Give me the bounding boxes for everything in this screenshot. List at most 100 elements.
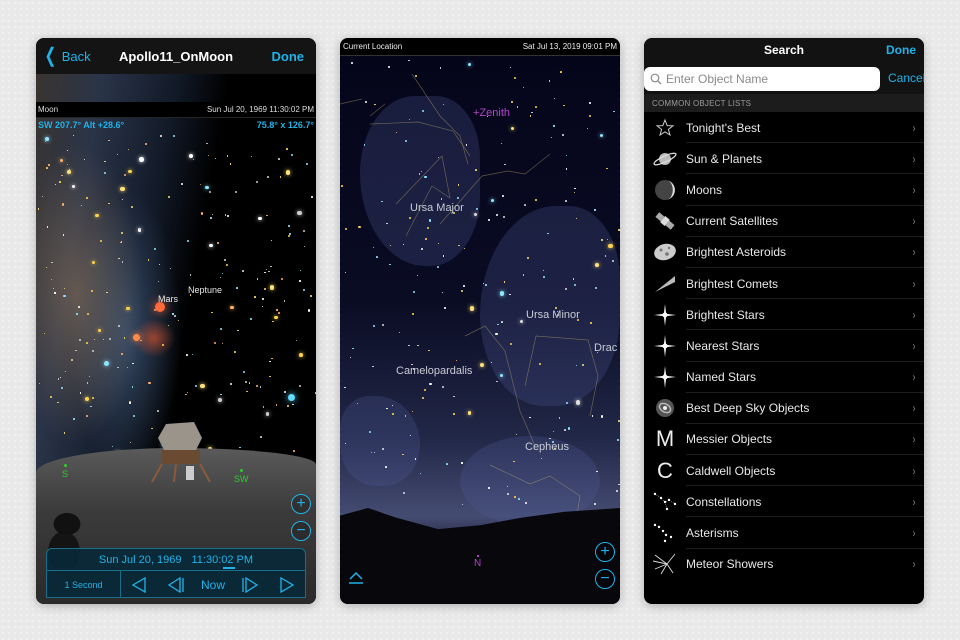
zoom-in-button[interactable]: + (595, 542, 615, 562)
plus-icon: + (296, 495, 306, 512)
list-item[interactable]: Sun & Planets › (644, 143, 924, 175)
star (340, 184, 343, 187)
star (121, 352, 124, 355)
play-forward-button[interactable] (268, 576, 305, 593)
star (269, 375, 271, 378)
star (469, 306, 475, 311)
star (210, 217, 212, 219)
back-label: Back (61, 48, 91, 64)
time-value: 11:30:02 PM (191, 553, 254, 566)
step-backward-button[interactable] (158, 576, 195, 593)
star (111, 445, 113, 447)
list-item-label: Caldwell Objects (686, 463, 776, 478)
star (169, 267, 172, 270)
star (495, 333, 498, 336)
star (91, 349, 94, 352)
star (260, 436, 262, 438)
star (145, 143, 147, 145)
star (216, 242, 219, 244)
star (117, 366, 119, 369)
list-item[interactable]: Brightest Asteroids › (644, 237, 924, 269)
star (303, 245, 306, 247)
star (358, 225, 361, 228)
star (65, 370, 67, 372)
list-item[interactable]: Tonight's Best › (644, 112, 924, 144)
star (381, 448, 384, 451)
play-forward-icon (279, 576, 294, 593)
star (302, 288, 305, 291)
star (429, 219, 432, 222)
star (258, 216, 262, 220)
star (211, 311, 213, 313)
star (563, 428, 566, 431)
constellation-label[interactable]: Camelopardalis (396, 365, 472, 377)
list-item[interactable]: Constellations › (644, 486, 924, 518)
back-button[interactable]: ❮ Back (42, 38, 91, 74)
list-item[interactable]: Moons › (644, 174, 924, 206)
star (540, 457, 543, 459)
satellite-icon (644, 206, 686, 237)
star (187, 240, 190, 243)
star (256, 278, 259, 280)
star (117, 153, 119, 155)
star (219, 277, 221, 279)
cancel-button[interactable]: Cancel (888, 62, 924, 94)
mars-label[interactable]: Mars (158, 294, 178, 304)
orientation-bar: SW 207.7° Alt +28.6° 75.8° x 126.7° (36, 118, 316, 132)
star (103, 338, 105, 341)
list-item[interactable]: Brightest Stars › (644, 299, 924, 331)
star (590, 321, 592, 324)
list-item[interactable]: C Caldwell Objects › (644, 455, 924, 487)
star (61, 174, 63, 177)
list-item[interactable]: Brightest Comets › (644, 268, 924, 300)
search-input[interactable] (666, 72, 866, 86)
star (174, 315, 176, 317)
list-item-label: Sun & Planets (686, 151, 763, 166)
step-forward-button[interactable] (231, 576, 268, 593)
star (552, 430, 554, 432)
constellation-label[interactable]: Ursa Minor (526, 309, 580, 321)
star (46, 225, 49, 228)
time-step-button[interactable]: 1 Second (47, 571, 121, 598)
constellation-label[interactable]: Drac (594, 342, 617, 354)
done-button[interactable]: Done (272, 49, 305, 64)
star (158, 263, 161, 266)
time-display[interactable]: Sun Jul 20, 1969 11:30:02 PM (47, 549, 305, 571)
star (266, 176, 269, 178)
star (611, 260, 614, 263)
search-field[interactable] (644, 67, 880, 91)
star (63, 432, 66, 434)
play-backward-button[interactable] (121, 576, 158, 593)
list-item[interactable]: Current Satellites › (644, 206, 924, 237)
star (373, 103, 376, 106)
constellation-label[interactable]: Cepheus (525, 441, 569, 453)
list-item[interactable]: Named Stars › (644, 362, 924, 393)
expand-panel-button[interactable] (348, 570, 364, 586)
neptune-label[interactable]: Neptune (188, 285, 222, 295)
zoom-out-button[interactable]: − (291, 521, 311, 541)
star (57, 401, 59, 404)
minus-icon: − (296, 522, 306, 539)
done-button[interactable]: Done (886, 43, 916, 57)
zoom-in-button[interactable]: + (291, 494, 311, 514)
list-item[interactable]: Asterisms › (644, 517, 924, 549)
selected-object: Moon (38, 105, 59, 114)
star (140, 340, 142, 342)
star-sparkle-icon (644, 330, 686, 361)
list-item[interactable]: Meteor Showers › (644, 549, 924, 580)
zoom-out-button[interactable]: − (595, 569, 615, 589)
star (516, 106, 518, 108)
star (553, 125, 555, 127)
star (199, 183, 202, 186)
list-item[interactable]: Nearest Stars › (644, 330, 924, 362)
constellation-label[interactable]: Ursa Major (410, 202, 464, 214)
now-button[interactable]: Now (195, 578, 232, 592)
bright-star (133, 334, 140, 341)
star (187, 391, 189, 394)
star (73, 418, 75, 420)
list-item[interactable]: Best Deep Sky Objects › (644, 393, 924, 425)
constellation-line (464, 325, 536, 447)
star (90, 405, 92, 408)
star (507, 485, 509, 487)
list-item[interactable]: M Messier Objects › (644, 424, 924, 456)
